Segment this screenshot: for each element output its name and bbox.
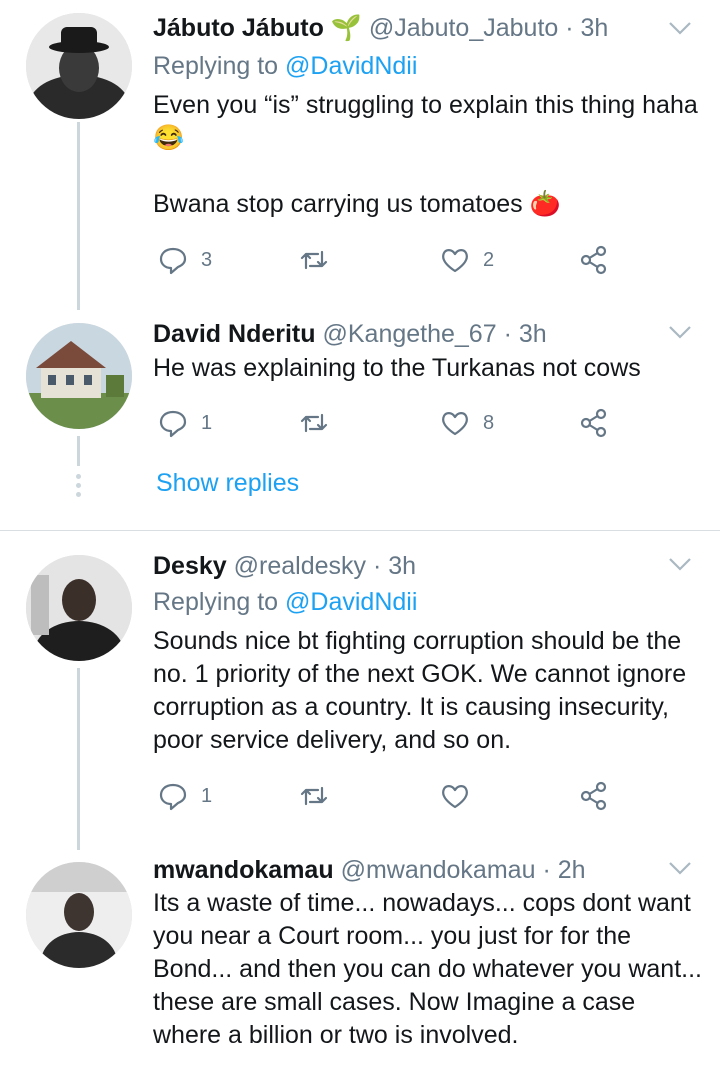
reply-button[interactable]: 1: [157, 403, 212, 443]
seedling-emoji: 🌱: [330, 14, 362, 42]
tweet-text: Sounds nice bt fighting corruption shoul…: [153, 627, 687, 754]
chevron-down-icon[interactable]: [668, 20, 692, 36]
reply-icon: [159, 410, 187, 438]
like-button[interactable]: 2: [439, 240, 494, 280]
share-button[interactable]: [578, 403, 610, 443]
tweet-text-line: Bwana stop carrying us tomatoes: [153, 190, 523, 218]
timestamp[interactable]: · 3h: [373, 552, 416, 580]
chevron-down-icon[interactable]: [668, 556, 692, 572]
reply-icon: [159, 247, 187, 275]
user-handle: @Kangethe_67: [322, 320, 497, 348]
mention-link[interactable]: @DavidNdii: [285, 588, 417, 616]
tears-of-joy-emoji: 😂: [153, 124, 185, 152]
share-button[interactable]: [578, 240, 610, 280]
replying-prefix: Replying to: [153, 588, 279, 616]
display-name[interactable]: Desky: [153, 552, 227, 580]
share-icon: [580, 408, 607, 438]
reply-button[interactable]: 1: [157, 776, 212, 816]
retweet-icon: [300, 786, 328, 806]
heart-icon: [442, 412, 468, 436]
tweet-jabuto[interactable]: Jábuto Jábuto 🌱 @Jabuto_Jabuto · 3h Repl…: [0, 0, 720, 310]
tweet-header: mwandokamau @mwandokamau · 2h: [153, 854, 660, 886]
reply-button[interactable]: 3: [157, 240, 212, 280]
replying-to: Replying to @DavidNdii: [153, 586, 417, 618]
reply-count: 1: [201, 411, 213, 434]
tweet-text: He was explaining to the Turkanas not co…: [153, 354, 641, 382]
reply-icon: [159, 783, 187, 811]
retweet-icon: [300, 250, 328, 270]
tweet-text-line: Even you “is” struggling to explain this…: [153, 91, 698, 119]
share-icon: [580, 781, 607, 811]
chevron-down-icon[interactable]: [668, 324, 692, 340]
tweet-header: David Nderitu @Kangethe_67 · 3h: [153, 318, 660, 350]
heart-icon: [442, 785, 468, 809]
retweet-button[interactable]: [298, 776, 330, 816]
share-icon: [580, 245, 607, 275]
avatar[interactable]: [26, 13, 132, 119]
avatar[interactable]: [26, 862, 132, 968]
tweet-header: Desky @realdesky · 3h: [153, 550, 660, 582]
tweet-mwandokamau[interactable]: mwandokamau @mwandokamau · 2h Its a wast…: [0, 852, 720, 1075]
tweet-text: Its a waste of time... nowadays... cops …: [153, 889, 702, 1049]
display-name[interactable]: mwandokamau: [153, 856, 334, 884]
thread-line: [77, 668, 80, 850]
heart-icon: [442, 249, 468, 273]
display-name[interactable]: David Nderitu: [153, 320, 316, 348]
timestamp[interactable]: · 3h: [504, 320, 547, 348]
reply-count: 3: [201, 248, 213, 271]
tomato-emoji: 🍅: [529, 190, 561, 218]
timestamp[interactable]: · 3h: [565, 14, 608, 42]
like-button[interactable]: [439, 776, 483, 816]
action-bar: 1 8: [153, 403, 623, 443]
tweet-desky[interactable]: Desky @realdesky · 3h Replying to @David…: [0, 550, 720, 850]
show-replies-link[interactable]: Show replies: [156, 469, 299, 498]
replying-prefix: Replying to: [153, 52, 279, 80]
like-count: 2: [483, 248, 495, 271]
tweet-david-nderitu[interactable]: David Nderitu @Kangethe_67 · 3h He was e…: [0, 318, 720, 528]
divider: [0, 530, 720, 531]
avatar[interactable]: [26, 555, 132, 661]
tweet-text: Even you “is” struggling to explain this…: [153, 89, 700, 221]
thread-line: [77, 436, 80, 466]
tweet-header: Jábuto Jábuto 🌱 @Jabuto_Jabuto · 3h: [153, 12, 660, 44]
reply-count: 1: [201, 784, 213, 807]
user-handle: @Jabuto_Jabuto: [368, 14, 559, 42]
thread-line: [77, 122, 80, 310]
retweet-button[interactable]: [298, 240, 330, 280]
avatar[interactable]: [26, 323, 132, 429]
mention-link[interactable]: @DavidNdii: [285, 52, 417, 80]
chevron-down-icon[interactable]: [668, 860, 692, 876]
action-bar: 3 2: [153, 240, 623, 280]
timestamp[interactable]: · 2h: [542, 856, 585, 884]
retweet-icon: [300, 413, 328, 433]
thread-dots: [76, 474, 81, 501]
like-button[interactable]: 8: [439, 403, 494, 443]
replying-to: Replying to @DavidNdii: [153, 50, 417, 82]
retweet-button[interactable]: [298, 403, 330, 443]
share-button[interactable]: [578, 776, 610, 816]
action-bar: 1: [153, 776, 623, 816]
like-count: 8: [483, 411, 495, 434]
display-name[interactable]: Jábuto Jábuto: [153, 14, 324, 42]
user-handle: @realdesky: [233, 552, 366, 580]
user-handle: @mwandokamau: [340, 856, 536, 884]
